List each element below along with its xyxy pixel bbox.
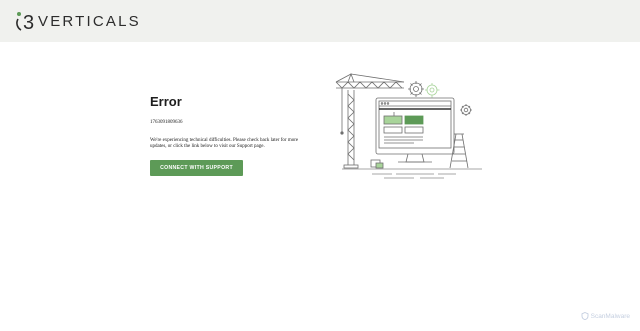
error-title: Error [150, 94, 182, 109]
construction-illustration [335, 72, 482, 179]
error-message: We're experiencing technical difficultie… [150, 138, 299, 150]
site-header: 3 VERTICALS [0, 0, 640, 42]
logo-mark-icon: 3 [16, 12, 34, 34]
watermark: ScanMalware [581, 312, 630, 320]
boxes-icon [370, 159, 384, 169]
error-content: Error 1763091809636 We're experiencing t… [150, 94, 310, 149]
logo-mark-digit: 3 [23, 12, 34, 34]
logo[interactable]: 3 VERTICALS [15, 8, 141, 34]
monitor-icon [375, 97, 455, 163]
gear-icon [460, 104, 472, 116]
gear-icon [425, 83, 440, 98]
logo-text: VERTICALS [38, 12, 141, 30]
shield-icon [581, 312, 589, 320]
ground-lines [342, 168, 482, 179]
error-code: 1763091809636 [150, 120, 183, 125]
gear-icon [408, 81, 424, 97]
ladder-icon [449, 133, 469, 169]
connect-support-button[interactable]: CONNECT WITH SUPPORT [150, 160, 243, 176]
watermark-text: ScanMalware [590, 312, 630, 320]
